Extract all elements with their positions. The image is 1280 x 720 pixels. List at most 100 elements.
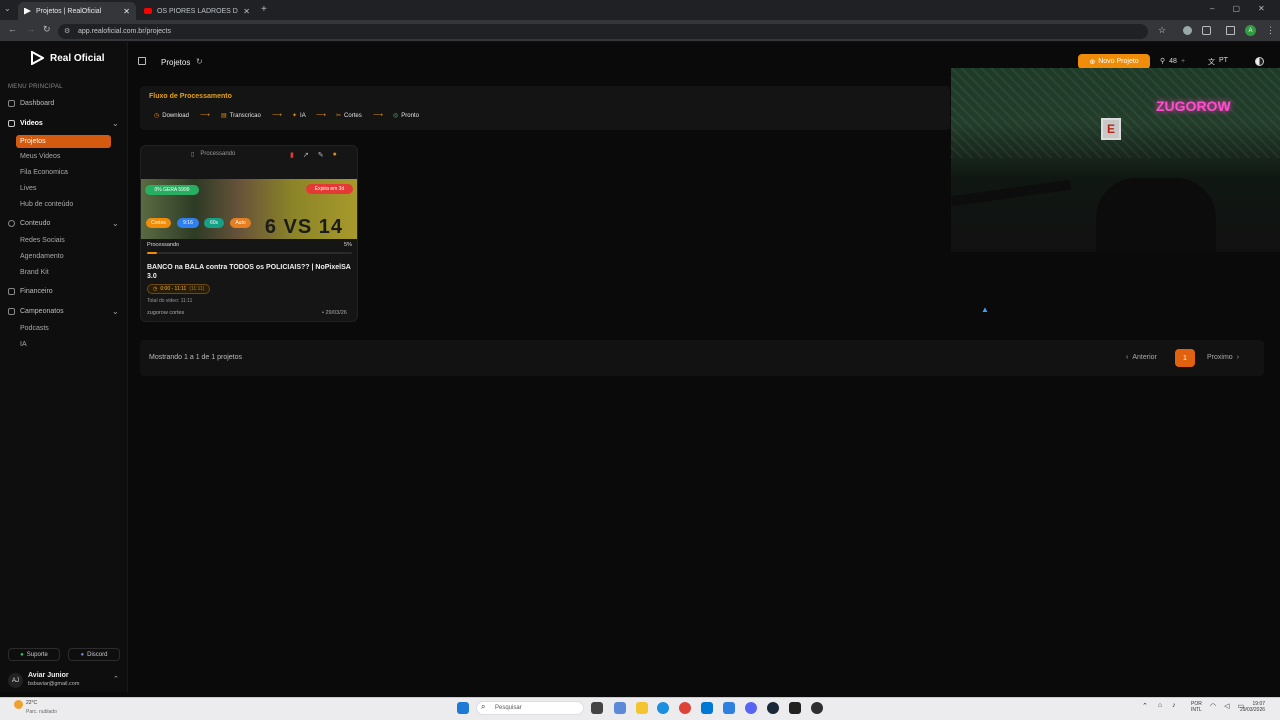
bookmark-star-icon[interactable]: ☆ [1158,25,1166,36]
sidepanel-icon[interactable] [1226,26,1235,35]
tab-search-icon[interactable]: ⌄ [4,4,11,13]
chevron-down-icon[interactable]: ⌄ [112,119,119,128]
delete-icon[interactable]: ▮ [290,151,294,159]
sidebar-item-brand-kit[interactable]: Brand Kit [20,269,49,276]
sidebar-item-conteudo[interactable]: Conteudo [8,220,50,227]
new-tab-icon[interactable]: + [261,4,267,15]
language-label: PT [1219,57,1228,64]
site-info-icon[interactable]: ⚙ [64,27,70,35]
sidebar-item-meus-videos[interactable]: Meus Videos [20,153,60,160]
browser-tab[interactable]: OS PIORES LADRÕES DE BANC ✕ [138,2,256,20]
edge-icon[interactable] [657,702,669,714]
maximize-icon[interactable]: ▢ [1232,4,1240,13]
sidebar-item-hub[interactable]: Hub de conteúdo [20,201,73,208]
network-icon[interactable]: ⌂ [1158,702,1162,710]
sidebar-item-projetos[interactable]: Projetos [16,135,111,148]
system-tray: ⌃ ⌂ ♪ [1142,702,1176,710]
forward-icon[interactable]: → [26,24,35,34]
search-icon: ⌕ [481,702,486,711]
sidebar-item-campeonatos[interactable]: Campeonatos [8,308,64,315]
mic-icon[interactable]: ♪ [1172,702,1176,710]
keyboard-language[interactable]: POR INTL [1191,701,1202,713]
back-icon[interactable]: ← [8,24,17,34]
user-name: Aviar Junior [28,672,69,679]
flow-step-download: ◷ Download [154,112,189,120]
discord-taskbar-icon[interactable] [745,702,757,714]
neon-sign: ZUGOROW [1156,98,1231,114]
chevron-up-icon[interactable]: ⌃ [1142,702,1148,710]
close-tab-icon[interactable]: ✕ [123,7,130,16]
language-selector[interactable]: 文 PT [1208,57,1228,67]
gera-badge: 0% GERA 5999 [145,185,199,195]
sidebar-item-podcasts[interactable]: Podcasts [20,325,49,332]
step-label: Download [162,112,189,119]
cursor-icon: ▲ [981,305,989,314]
file-explorer-icon[interactable] [636,702,648,714]
sidebar-item-label: Dashboard [20,100,55,107]
external-link-icon[interactable]: ↗ [303,151,309,159]
chevron-down-icon[interactable]: ⌄ [112,307,119,316]
volume-icon[interactable]: ◁ [1224,702,1229,710]
sidebar-item-videos[interactable]: Videos [8,120,43,127]
sidebar-item-redes[interactable]: Redes Sociais [20,237,65,244]
prev-button[interactable]: ‹ Anterior [1126,354,1157,361]
total-duration: Total do video: 11:11 [147,298,193,304]
sidebar-item-dashboard[interactable]: Dashboard [8,100,54,107]
steam-icon[interactable] [767,702,779,714]
browser-menu-icon[interactable]: ⋮ [1266,25,1275,36]
next-label: Proximo [1207,354,1233,361]
scissors-icon: ✂ [336,113,342,119]
sidebar-item-fila-economica[interactable]: Fila Economica [20,169,68,176]
terminal-icon[interactable] [789,702,801,714]
windows-start-icon[interactable] [457,702,469,714]
expire-badge: Expira em 3d [306,184,353,194]
sidebar-item-financeiro[interactable]: Financeiro [8,288,53,295]
sidebar-item-lives[interactable]: Lives [20,185,36,192]
discord-button[interactable]: ● Discord [68,648,120,661]
new-project-button[interactable]: ⊕ Novo Projeto [1078,54,1150,69]
taskbar-search[interactable]: Pesquisar [476,701,584,715]
discord-label: Discord [87,651,108,658]
wifi-icon[interactable]: ◠ [1210,702,1216,710]
chrome-icon[interactable] [679,702,691,714]
user-avatar[interactable]: AJ [8,673,23,688]
mail-icon[interactable] [723,702,735,714]
extension-icon[interactable] [1183,26,1192,35]
trophy-icon [8,308,15,315]
progress-track [147,252,352,254]
coin-icon[interactable]: ● [333,151,337,159]
credits-badge[interactable]: ⚲ 48 + [1160,57,1185,66]
close-window-icon[interactable]: ✕ [1258,4,1265,13]
support-button[interactable]: ● Suporte [8,648,60,661]
edit-icon[interactable]: ✎ [318,151,324,159]
sidebar-toggle-icon[interactable] [138,57,146,65]
extensions-puzzle-icon[interactable] [1202,26,1211,35]
url-field[interactable]: app.realoficial.com.br/projects [58,24,1148,39]
store-icon[interactable] [701,702,713,714]
chevron-down-icon[interactable]: ⌄ [112,219,119,228]
clock[interactable]: 19:07 29/03/2026 [1240,701,1265,713]
minimize-icon[interactable]: – [1210,4,1214,13]
sidebar-item-label: Financeiro [20,288,53,295]
next-button[interactable]: Proximo › [1207,354,1239,361]
browser-tab-active[interactable]: Projetos | RealOficial ✕ [18,2,136,20]
url-text: app.realoficial.com.br/projects [78,28,171,35]
refresh-icon[interactable]: ↻ [196,57,203,66]
profile-avatar[interactable]: A [1245,25,1256,36]
plus-icon: ⊕ [1089,58,1096,66]
obs-icon[interactable] [811,702,823,714]
task-view-icon[interactable] [591,702,603,714]
chevron-up-icon[interactable]: ⌃ [113,675,119,683]
reload-icon[interactable]: ↻ [43,24,51,35]
whatsapp-icon: ● [20,651,24,658]
sidebar-item-agendamento[interactable]: Agendamento [20,253,64,260]
flow-arrow-icon: ⟶ [272,112,283,119]
widgets-icon[interactable] [614,702,626,714]
tag-auto: Auto [230,218,251,228]
weather-icon[interactable] [14,700,23,709]
close-tab-icon[interactable]: ✕ [243,7,250,16]
theme-toggle-icon[interactable] [1255,57,1264,66]
brand-logo[interactable]: Real Oficial [30,51,104,65]
sidebar-item-ia[interactable]: IA [20,341,27,348]
page-1-button[interactable]: 1 [1175,349,1195,367]
